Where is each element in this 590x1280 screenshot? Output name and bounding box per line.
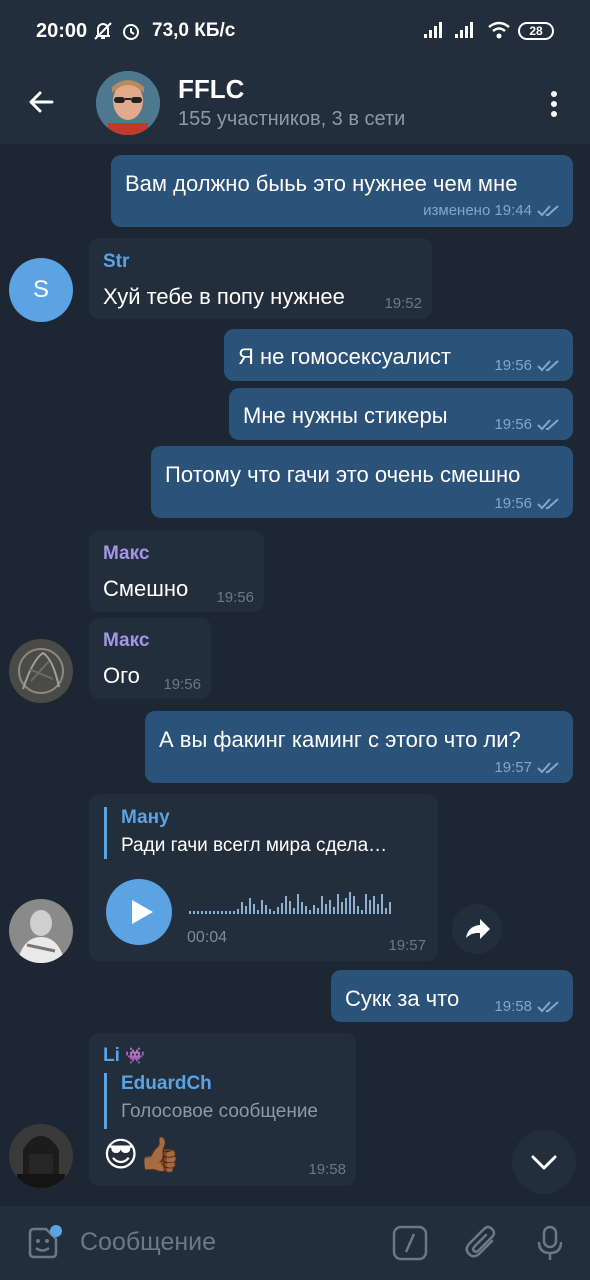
message-outgoing[interactable]: А вы факинг каминг с этого что ли? 19:57: [145, 711, 573, 783]
message-meta: 19:56: [494, 495, 561, 512]
sender-name[interactable]: Li 👾: [103, 1045, 145, 1067]
reply-preview[interactable]: EduardCh Голосовое сообщение: [104, 1073, 318, 1129]
attach-icon[interactable]: [462, 1223, 502, 1263]
sender-badge-icon: 👾: [125, 1048, 146, 1065]
message-time: 19:57: [494, 759, 532, 776]
alarm-icon: [120, 20, 142, 48]
message-time: 19:58: [494, 998, 532, 1015]
message-text: А вы факинг каминг с этого что ли?: [159, 727, 521, 752]
message-time: 19:52: [384, 295, 422, 312]
avatar[interactable]: S: [9, 258, 73, 322]
share-icon: [466, 919, 490, 939]
message-time: 19:58: [308, 1161, 346, 1178]
sender-name-text: Li: [103, 1045, 120, 1066]
message-time: 19:56: [216, 589, 254, 606]
signal-icon: [424, 20, 448, 46]
message-incoming[interactable]: Макс Смешно 19:56: [89, 531, 264, 612]
back-arrow-icon[interactable]: [22, 82, 62, 122]
message-meta: 19:56: [494, 357, 561, 374]
chat-avatar[interactable]: [96, 71, 160, 135]
double-check-icon: [537, 497, 559, 509]
microphone-icon[interactable]: [530, 1223, 570, 1263]
message-text: Вам должно быьь это нужнее чем мне: [125, 171, 518, 196]
message-meta: 19:58: [494, 998, 561, 1015]
sticker-icon[interactable]: [22, 1223, 62, 1263]
reply-sender: Ману: [121, 807, 170, 828]
message-meta: 19:56: [494, 416, 561, 433]
network-speed: 73,0 КБ/с: [152, 20, 236, 41]
signal-icon-2: [455, 20, 479, 46]
message-emoji: 😎👍🏾: [103, 1136, 181, 1174]
status-time: 20:00: [36, 20, 88, 42]
share-button[interactable]: [452, 904, 502, 954]
message-outgoing[interactable]: Потому что гачи это очень смешно 19:56: [151, 446, 573, 518]
play-icon: [132, 900, 153, 924]
message-text: Мне нужны стикеры: [243, 403, 448, 428]
chat-subtitle: 155 участников, 3 в сети: [178, 108, 406, 130]
double-check-icon: [537, 418, 559, 430]
chevron-down-icon: [531, 1155, 557, 1170]
message-text: Сукк за что: [345, 986, 460, 1011]
message-time: 19:56: [494, 416, 532, 433]
message-text: Я не гомосексуалист: [238, 344, 451, 369]
avatar[interactable]: [9, 1124, 73, 1188]
chat-header: FFLC 155 участников, 3 в сети: [0, 62, 590, 144]
avatar-letter: S: [32, 276, 49, 303]
double-check-icon: [537, 204, 559, 216]
message-outgoing[interactable]: Мне нужны стикеры 19:56: [229, 388, 573, 440]
wifi-icon: [487, 20, 511, 46]
chat-title[interactable]: FFLC: [178, 74, 244, 105]
avatar[interactable]: [9, 899, 73, 963]
voice-waveform[interactable]: [189, 888, 391, 914]
reply-sender: EduardCh: [121, 1073, 212, 1094]
message-time: 19:57: [388, 937, 426, 954]
message-edited-time: изменено 19:44: [423, 202, 532, 219]
message-outgoing[interactable]: Сукк за что 19:58: [331, 970, 573, 1022]
message-meta: изменено 19:44: [423, 202, 561, 219]
bot-commands-icon[interactable]: [390, 1223, 430, 1263]
message-time: 19:56: [163, 676, 201, 693]
dnd-icon: [92, 20, 114, 48]
reply-text: Ради гачи всегл мира сдела…: [121, 835, 388, 856]
double-check-icon: [537, 359, 559, 371]
avatar[interactable]: [9, 639, 73, 703]
play-button[interactable]: [106, 879, 172, 945]
message-incoming[interactable]: Макс Ого 19:56: [89, 618, 211, 699]
scroll-down-button[interactable]: [512, 1130, 576, 1194]
voice-duration: 00:04: [187, 929, 228, 946]
double-check-icon: [537, 1000, 559, 1012]
message-text: Хуй тебе в попу нужнее: [103, 284, 345, 309]
message-meta: 19:57: [494, 759, 561, 776]
message-text: Смешно: [103, 576, 189, 601]
message-text: Ого: [103, 663, 140, 688]
sender-name[interactable]: Макс: [103, 543, 149, 565]
sender-name[interactable]: Str: [103, 251, 129, 273]
message-time: 19:56: [494, 357, 532, 374]
message-outgoing[interactable]: Вам должно быьь это нужнее чем мне измен…: [111, 155, 573, 227]
message-time: 19:56: [494, 495, 532, 512]
voice-message[interactable]: Ману Ради гачи всегл мира сдела… 00:04 1…: [89, 794, 438, 961]
double-check-icon: [537, 761, 559, 773]
reply-text: Голосовое сообщение: [121, 1101, 318, 1122]
sender-name[interactable]: Макс: [103, 630, 149, 652]
status-bar: 20:00 73,0 КБ/с 28: [0, 0, 590, 62]
message-text: Потому что гачи это очень смешно: [165, 462, 521, 487]
reply-preview[interactable]: Ману Ради гачи всегл мира сдела…: [104, 807, 387, 859]
more-menu-icon[interactable]: [540, 84, 568, 124]
message-input-bar: [0, 1206, 590, 1280]
message-incoming[interactable]: Li 👾 EduardCh Голосовое сообщение 😎👍🏾 19…: [89, 1033, 356, 1186]
message-outgoing[interactable]: Я не гомосексуалист 19:56: [224, 329, 573, 381]
message-incoming[interactable]: Str Хуй тебе в попу нужнее 19:52: [89, 238, 432, 319]
message-input[interactable]: [80, 1228, 380, 1257]
battery-indicator: 28: [518, 22, 554, 40]
